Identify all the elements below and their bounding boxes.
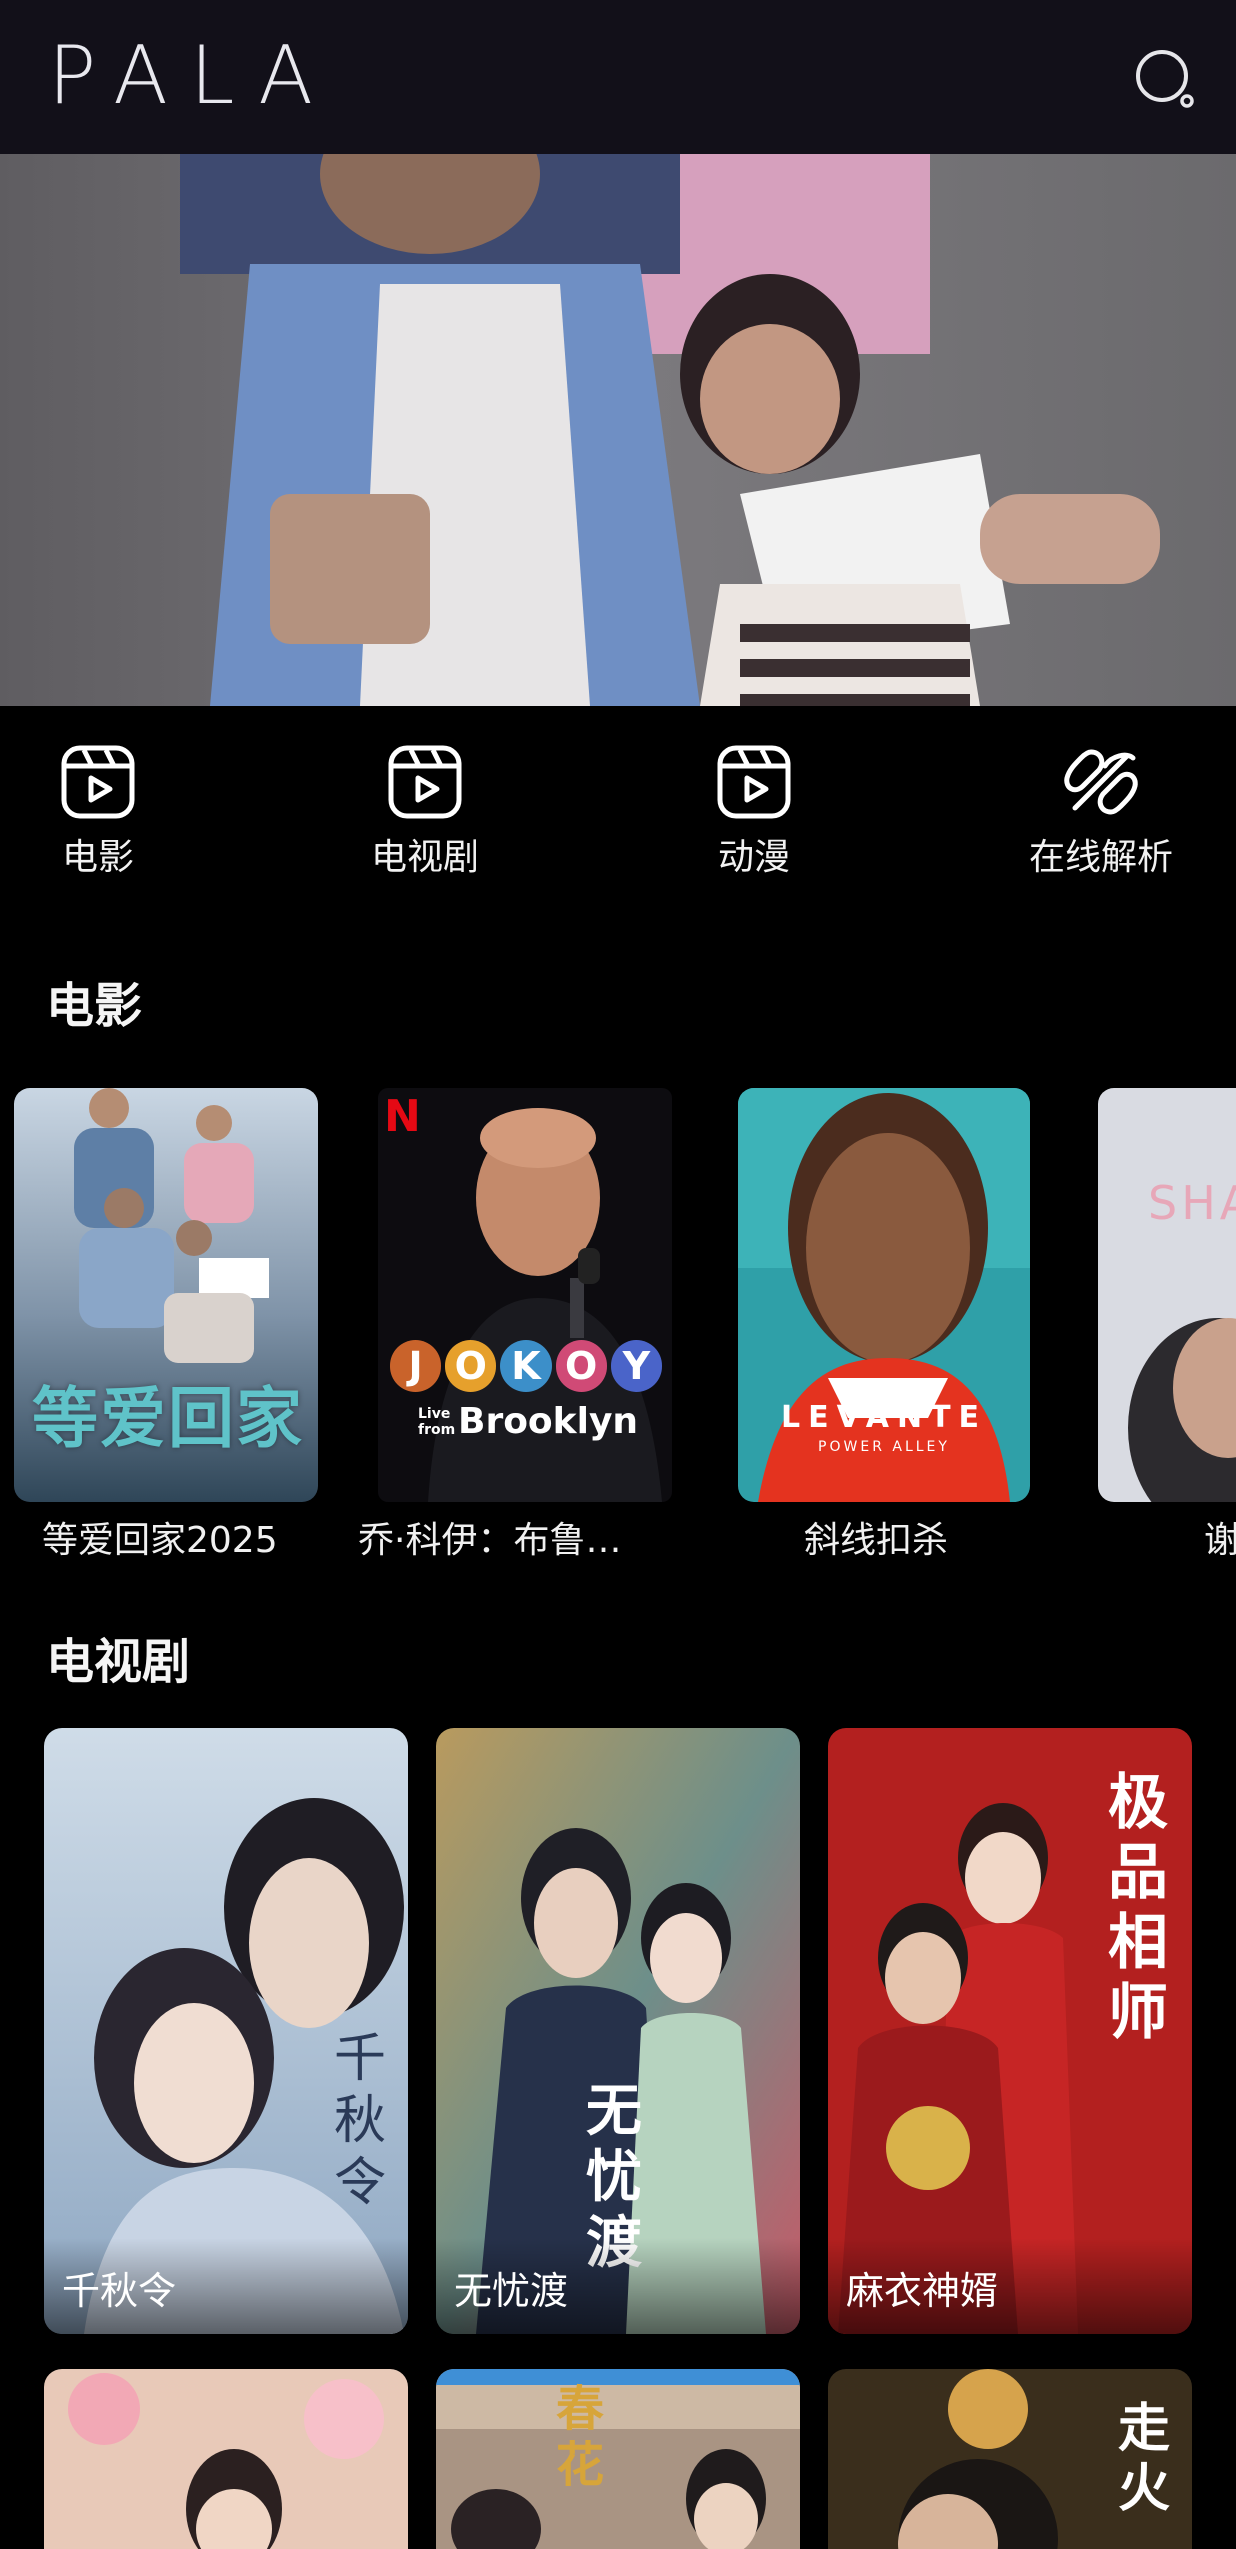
hero-image [0, 154, 1236, 706]
tv-card[interactable]: 无忧渡 无忧渡 [436, 1728, 800, 2334]
tv-title: 无忧渡 [454, 2269, 569, 2313]
movie-poster: LEVANTE POWER ALLEY [738, 1088, 1030, 1502]
section-title-movies: 电影 [46, 978, 143, 1034]
play-reel-icon [388, 745, 462, 819]
category-tv[interactable]: 电视剧 [335, 742, 515, 892]
search-icon [1136, 50, 1194, 108]
poster-title-text: LEVANTE [780, 1400, 988, 1435]
category-label: 电影 [61, 837, 134, 878]
poster-title-text: 等爱回家 [32, 1379, 304, 1457]
tv-card[interactable]: 春花 [436, 2369, 800, 2549]
play-reel-icon [61, 745, 135, 819]
netflix-badge: N [384, 1091, 421, 1142]
hero-banner[interactable] [0, 154, 1236, 706]
tv-title: 千秋令 [62, 2269, 177, 2313]
app-logo: PALA [48, 29, 335, 122]
poster-image [44, 2369, 408, 2549]
poster-title-text: Brooklyn [458, 1401, 639, 1442]
poster-small-text: Live from [418, 1406, 456, 1438]
category-label: 动漫 [717, 837, 790, 878]
movie-title: 乔·科伊：布鲁… [358, 1520, 622, 1561]
poster-letter: Y [610, 1340, 663, 1392]
movie-title: 谢 [1204, 1520, 1236, 1561]
category-anime[interactable]: 动漫 [664, 742, 844, 892]
tv-card[interactable]: 极品相师 麻衣神婿 [828, 1728, 1192, 2334]
movie-title: 斜线扣杀 [804, 1520, 949, 1561]
search-button[interactable] [1130, 44, 1200, 114]
tv-card[interactable] [44, 2369, 408, 2549]
poster-subtitle-text: POWER ALLEY [818, 1439, 950, 1455]
top-bar: PALA [0, 0, 1236, 154]
category-movies[interactable]: 电影 [8, 742, 188, 892]
poster-letter: K [500, 1340, 552, 1392]
poster-title-text: 春花 [556, 2381, 605, 2493]
play-reel-icon [717, 745, 791, 819]
poster-letter: J [390, 1340, 442, 1392]
poster-image [436, 2369, 800, 2549]
tv-card[interactable]: 走火 [828, 2369, 1192, 2549]
poster-letter: O [445, 1340, 497, 1392]
category-label: 电视剧 [370, 837, 479, 878]
tv-card[interactable]: 千秋令 千秋令 [44, 1728, 408, 2334]
poster-title-text: 极品相师 [1108, 1768, 1168, 2048]
poster-title-text: 千秋令 [334, 2029, 387, 2213]
poster-title-text: 走火 [1118, 2398, 1171, 2519]
section-title-tv: 电视剧 [46, 1634, 191, 1690]
movie-title: 等爱回家2025 [42, 1520, 278, 1561]
movie-poster: N J O K O Y Live from Brooklyn [378, 1088, 672, 1502]
movie-poster: SHA [1098, 1088, 1236, 1502]
category-label: 在线解析 [1028, 837, 1173, 878]
category-online-parse[interactable]: 在线解析 [1011, 742, 1191, 892]
home-screen: PALA 电影 电视剧 动漫 在线解析 电影 等爱回家 等爱回家2025 N J… [0, 0, 1236, 2549]
link-scissors-icon [1064, 749, 1138, 815]
tv-title: 麻衣神婿 [846, 2269, 999, 2313]
movie-poster: 等爱回家 [14, 1088, 318, 1502]
poster-title-text: SHA [1148, 1176, 1236, 1230]
poster-letter-row: J O K O Y [390, 1340, 663, 1396]
poster-letter: O [555, 1340, 607, 1392]
poster-image [1098, 1088, 1236, 1502]
